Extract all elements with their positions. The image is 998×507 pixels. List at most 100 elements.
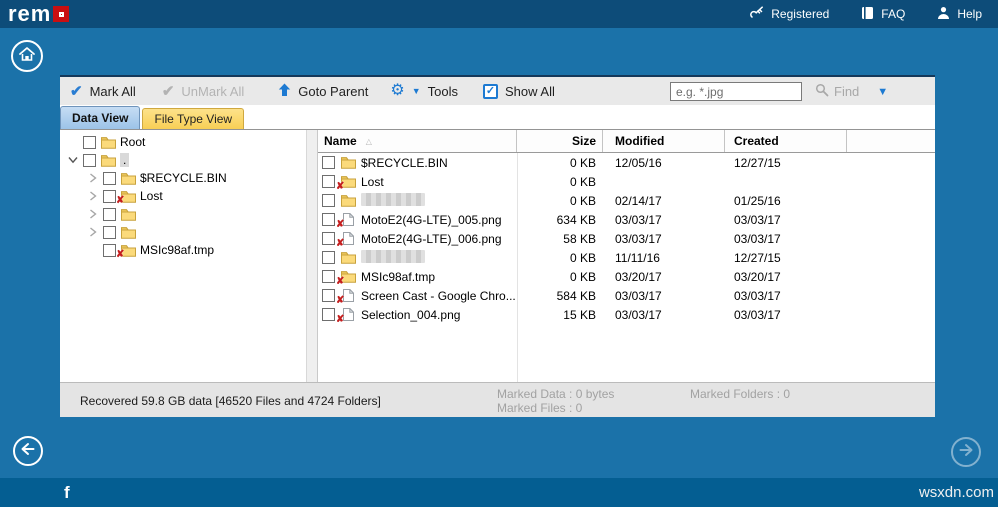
show-all-button[interactable]: ✓ Show All <box>482 83 555 99</box>
remo-logo: rem <box>8 1 70 26</box>
tree-item-checkbox[interactable] <box>103 171 116 185</box>
faq-button[interactable]: FAQ <box>861 6 905 23</box>
table-row[interactable]: ✘ MotoE2(4G-LTE)_006.png 58 KB 03/03/17 … <box>318 229 935 248</box>
row-checkbox[interactable] <box>322 308 335 321</box>
row-checkbox[interactable] <box>322 251 335 264</box>
top-links: Registered FAQ Help <box>749 5 982 23</box>
column-header-extra[interactable] <box>847 130 935 152</box>
tree-item-checkbox[interactable] <box>103 225 116 239</box>
logo-red-square <box>53 6 70 22</box>
tree-item-label: MSIc98af.tmp <box>140 243 215 257</box>
back-button[interactable] <box>13 436 43 466</box>
search-icon <box>815 83 829 100</box>
chevron-icon <box>66 136 79 149</box>
tab-strip: Data View File Type View <box>60 105 935 130</box>
column-header-modified[interactable]: Modified <box>603 130 725 152</box>
table-row[interactable]: 0 KB 11/11/16 12/27/15 <box>318 248 935 267</box>
facebook-icon[interactable]: f <box>64 483 70 503</box>
tools-button[interactable]: ⚙ ▼ Tools <box>390 83 458 99</box>
search-options-dropdown-icon[interactable]: ▼ <box>877 86 888 98</box>
mark-all-button[interactable]: ✔ Mark All <box>70 84 136 99</box>
help-label: Help <box>957 7 982 21</box>
tab-data-view[interactable]: Data View <box>60 106 141 129</box>
row-checkbox[interactable] <box>322 175 335 188</box>
file-modified: 03/03/17 <box>615 307 662 322</box>
registered-button[interactable]: Registered <box>749 5 829 23</box>
table-row[interactable]: ✘ Screen Cast - Google Chro... 584 KB 03… <box>318 286 935 305</box>
column-header-name[interactable]: Name △ <box>318 130 517 152</box>
folder-icon <box>120 225 136 239</box>
tree-item[interactable]: $RECYCLE.BIN <box>60 169 306 187</box>
redacted-label <box>361 192 425 206</box>
chevron-icon[interactable] <box>86 226 99 239</box>
row-checkbox[interactable] <box>322 194 335 207</box>
redacted-label <box>361 249 425 263</box>
file-icon: ✘ <box>336 289 356 303</box>
file-size: 0 KB <box>569 193 596 208</box>
table-row[interactable]: ✘ Lost 0 KB <box>318 172 935 191</box>
chevron-icon[interactable] <box>86 190 99 203</box>
marked-folders-label: Marked Folders : 0 <box>690 387 791 401</box>
goto-parent-label: Goto Parent <box>298 83 369 99</box>
logo-text: rem <box>8 1 52 26</box>
table-row[interactable]: ✘ MotoE2(4G-LTE)_005.png 634 KB 03/03/17… <box>318 210 935 229</box>
column-header-created[interactable]: Created <box>725 130 847 152</box>
gear-icon: ⚙ <box>390 82 405 99</box>
row-checkbox[interactable] <box>322 156 335 169</box>
pane-splitter[interactable] <box>306 130 318 382</box>
forward-button[interactable] <box>951 437 981 467</box>
deleted-x-icon: ✘ <box>336 218 345 227</box>
tree-item[interactable]: Root <box>60 133 306 151</box>
tree-item-checkbox[interactable] <box>103 189 116 203</box>
chevron-icon[interactable] <box>66 154 79 167</box>
tree-item-checkbox[interactable] <box>83 135 96 149</box>
goto-parent-button[interactable]: Goto Parent <box>278 83 368 100</box>
row-checkbox[interactable] <box>322 270 335 283</box>
find-button[interactable]: Find <box>815 83 859 100</box>
file-created: 03/03/17 <box>734 231 781 246</box>
folder-icon <box>100 135 116 149</box>
search-area: Find ▼ <box>670 82 888 101</box>
file-created: 03/03/17 <box>734 212 781 227</box>
help-button[interactable]: Help <box>937 6 982 23</box>
file-modified: 11/11/16 <box>615 250 660 265</box>
tree-item[interactable]: ✘ MSIc98af.tmp <box>60 241 306 260</box>
tree-item[interactable] <box>60 205 306 223</box>
column-header-size[interactable]: Size <box>517 130 603 152</box>
table-header: Name △ Size Modified Created <box>318 130 935 153</box>
file-list: Name △ Size Modified Created $RECYCLE.BI… <box>318 130 935 382</box>
table-row[interactable]: ✘ Selection_004.png 15 KB 03/03/17 03/03… <box>318 305 935 324</box>
file-created: 12/27/15 <box>734 155 781 170</box>
row-checkbox[interactable] <box>322 232 335 245</box>
file-size: 0 KB <box>569 269 596 284</box>
find-label: Find <box>834 84 860 99</box>
unmark-all-button[interactable]: ✔ UnMark All <box>162 84 244 99</box>
row-checkbox[interactable] <box>322 289 335 302</box>
row-checkbox[interactable] <box>322 213 335 226</box>
search-input[interactable] <box>670 82 802 101</box>
chevron-icon[interactable] <box>86 172 99 185</box>
file-created: 03/20/17 <box>734 269 781 284</box>
file-icon: ✘ <box>336 213 356 227</box>
tree-item-checkbox[interactable] <box>103 243 116 257</box>
tree-item[interactable]: ✘ Lost <box>60 187 306 206</box>
home-button[interactable] <box>11 40 43 72</box>
table-row[interactable]: 0 KB 02/14/17 01/25/16 <box>318 191 935 210</box>
table-row[interactable]: $RECYCLE.BIN 0 KB 12/05/16 12/27/15 <box>318 153 935 172</box>
tree-item[interactable] <box>60 223 306 241</box>
file-size: 0 KB <box>569 174 596 189</box>
tree-item[interactable]: . <box>60 151 306 169</box>
folder-icon <box>340 194 356 208</box>
folder-icon: ✘ <box>336 270 356 284</box>
table-row[interactable]: ✘ MSIc98af.tmp 0 KB 03/20/17 03/20/17 <box>318 267 935 286</box>
tree-item-checkbox[interactable] <box>103 207 116 221</box>
checkbox-checked-icon: ✓ <box>482 83 498 99</box>
folder-icon <box>340 156 356 170</box>
chevron-icon[interactable] <box>86 208 99 221</box>
folder-icon: ✘ <box>116 243 136 260</box>
file-size: 634 KB <box>556 212 596 227</box>
tree-item-checkbox[interactable] <box>83 153 96 167</box>
check-icon: ✔ <box>70 82 83 100</box>
tab-file-type-view[interactable]: File Type View <box>142 108 245 129</box>
main-panel: ✔ Mark All ✔ UnMark All Goto Parent ⚙ ▼ … <box>60 75 935 417</box>
